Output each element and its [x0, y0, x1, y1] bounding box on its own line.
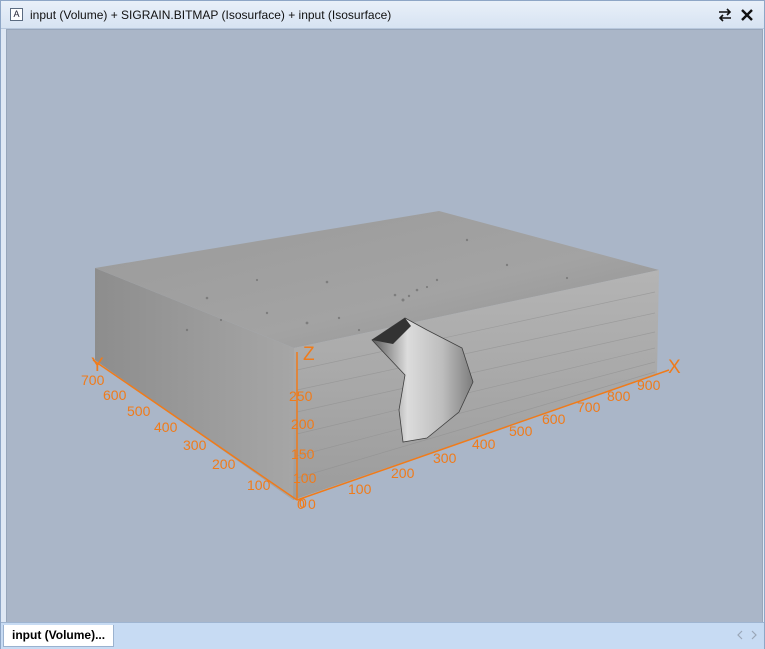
window-title: input (Volume) + SIGRAIN.BITMAP (Isosurf…: [30, 8, 392, 22]
z-tick: 250: [289, 388, 313, 404]
z-tick: 100: [293, 470, 317, 486]
z-axis-label: Z: [303, 344, 315, 365]
app-icon: A: [10, 8, 23, 21]
x-tick: 400: [472, 436, 496, 452]
3d-viewport[interactable]: X Y Z 0 100 200 300 400 500 600 700 800 …: [6, 29, 763, 623]
volume-render[interactable]: X Y Z 0 100 200 300 400 500 600 700 800 …: [7, 30, 762, 622]
y-tick: 300: [183, 437, 207, 453]
z-tick: 200: [291, 416, 315, 432]
y-tick: 600: [103, 387, 127, 403]
x-tick: 600: [542, 411, 566, 427]
y-tick: 700: [81, 372, 105, 388]
x-tick: 800: [607, 388, 631, 404]
title-bar: A input (Volume) + SIGRAIN.BITMAP (Isosu…: [1, 1, 764, 29]
x-tick: 700: [577, 399, 601, 415]
y-tick: 400: [154, 419, 178, 435]
viewer-window: A input (Volume) + SIGRAIN.BITMAP (Isosu…: [0, 0, 765, 649]
x-tick: 0: [308, 496, 316, 512]
z-tick: 150: [291, 446, 315, 462]
x-tick: 200: [391, 465, 415, 481]
tab-input-volume[interactable]: input (Volume)...: [3, 625, 115, 647]
swap-arrows-icon[interactable]: [716, 6, 734, 24]
y-tick: 200: [212, 456, 236, 472]
close-icon[interactable]: [738, 6, 756, 24]
x-tick: 100: [348, 481, 372, 497]
x-tick: 900: [637, 377, 661, 393]
y-tick: 500: [127, 403, 151, 419]
tab-bar: input (Volume)...: [1, 622, 764, 649]
chevron-left-icon[interactable]: [735, 629, 745, 641]
x-tick: 500: [509, 423, 533, 439]
chevron-right-icon[interactable]: [749, 629, 759, 641]
x-axis-label: X: [668, 357, 681, 378]
y-tick: 100: [247, 477, 271, 493]
x-tick: 300: [433, 450, 457, 466]
z-tick: 0: [299, 495, 307, 511]
